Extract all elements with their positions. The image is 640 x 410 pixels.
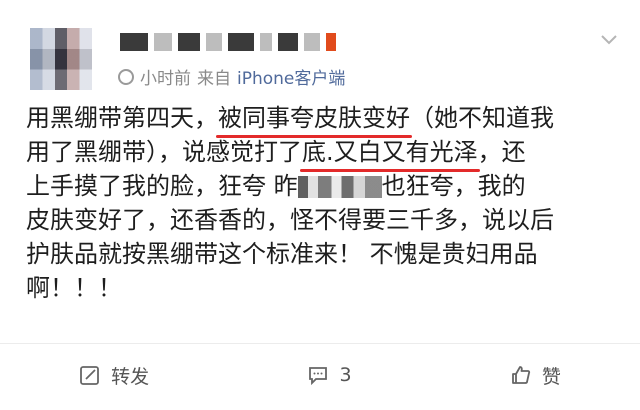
highlighted-text: 被同事夸皮肤变好 [218, 104, 410, 132]
pixelated-block [178, 33, 200, 51]
post-line: 护肤品就按黑绷带这个标准来！ 不愧是贵妇用品 [26, 237, 621, 271]
thumbs-up-icon [511, 366, 530, 384]
post-line: 上手摸了我的脸，狂夸 昨 也狂夸，我的 [26, 169, 621, 203]
post-line: 皮肤变好了，还香香的，怪不得要三千多，说以后 [26, 203, 621, 237]
comment-icon [309, 367, 328, 386]
post-text: 用黑绷带第四天， [26, 104, 218, 132]
pixelated-block [154, 33, 172, 51]
comment-count: 3 [339, 364, 352, 386]
post-text: ，还 [477, 138, 526, 166]
highlighted-text: 又白又有光泽 [333, 138, 478, 166]
avatar[interactable] [30, 28, 92, 90]
like-button[interactable]: 赞 [510, 362, 561, 389]
post-line: 用了黑绷带），说感觉打了底.又白又有光泽，还 [26, 135, 621, 169]
post-text: 啊！！！ [26, 274, 122, 302]
post-text: 也狂夸，我的 [381, 172, 526, 200]
divider [0, 343, 640, 344]
pixelated-block [120, 33, 148, 51]
post-text: 护肤品就按黑绷带这个标准来！ 不愧是贵妇用品 [26, 240, 538, 268]
pixelated-block [304, 33, 320, 51]
source-prefix: 来自 [197, 69, 231, 89]
post-body: 用黑绷带第四天，被同事夸皮肤变好（她不知道我 用了黑绷带），说感觉打了底.又白又… [26, 101, 621, 305]
repost-icon [80, 366, 100, 385]
repost-label: 转发 [111, 365, 150, 388]
like-label: 赞 [541, 365, 561, 388]
username-blurred[interactable] [120, 30, 340, 54]
post-line: 用黑绷带第四天，被同事夸皮肤变好（她不知道我 [26, 101, 621, 135]
blurred-text-block [297, 176, 382, 198]
pixelated-block [260, 33, 272, 51]
highlighted-text: 底. [302, 138, 334, 166]
post-time: 小时前 [140, 69, 191, 89]
post-text: 皮肤变好了，还香香的，怪不得要三千多，说以后 [26, 206, 554, 234]
source-app-link[interactable]: iPhone客户端 [237, 64, 345, 89]
pixelated-block [206, 33, 222, 51]
post-text: 上手摸了我的脸，狂夸 昨 [26, 172, 298, 200]
post-meta: 小时前 来自 iPhone客户端 [118, 64, 345, 89]
pixelated-block [278, 33, 298, 51]
action-bar: 转发 3 赞 [0, 355, 640, 395]
pixelated-block [228, 33, 254, 51]
clock-icon [118, 68, 134, 85]
pixelated-block [326, 33, 336, 51]
post-text: 用了黑绷带），说感觉打了 [26, 138, 302, 166]
chevron-down-icon[interactable] [600, 30, 618, 48]
comment-button[interactable]: 3 [307, 364, 352, 386]
repost-button[interactable]: 转发 [79, 362, 149, 389]
post-line: 啊！！！ [26, 271, 621, 305]
post-text: （她不知道我 [410, 104, 554, 132]
